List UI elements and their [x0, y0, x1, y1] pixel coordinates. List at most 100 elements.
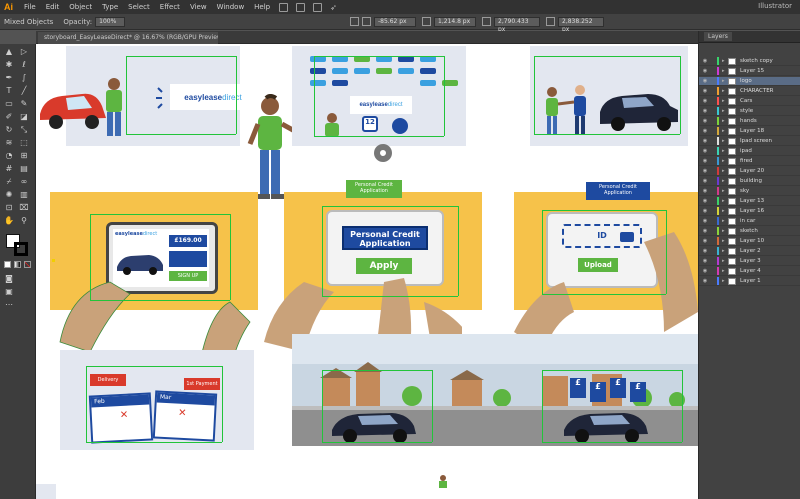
- symbol-sprayer-icon[interactable]: ✺: [4, 190, 14, 200]
- visibility-eye-icon[interactable]: ◉: [701, 178, 709, 184]
- screen-mode-icon[interactable]: ▣: [4, 287, 14, 297]
- layer-row[interactable]: ◉ ▸ Layer 18: [699, 127, 800, 136]
- gpu-rocket-icon[interactable]: ➶: [330, 3, 337, 12]
- layer-name[interactable]: Layer 20: [740, 168, 764, 174]
- height-field[interactable]: 2,838.252 px: [558, 16, 604, 33]
- layer-row[interactable]: ◉ ▸ in car: [699, 217, 800, 226]
- layer-name[interactable]: Ipad screen: [740, 138, 772, 144]
- direct-selection-tool-icon[interactable]: ▷: [19, 47, 29, 57]
- workspace-switcher[interactable]: Illustrator: [758, 2, 792, 10]
- selection-tool-icon[interactable]: ▲: [4, 47, 14, 57]
- bridge-icon[interactable]: [279, 2, 289, 12]
- layer-name[interactable]: Layer 1: [740, 278, 761, 284]
- menu-type[interactable]: Type: [97, 3, 123, 11]
- visibility-eye-icon[interactable]: ◉: [701, 118, 709, 124]
- layer-row[interactable]: ◉ ▸ Layer 10: [699, 237, 800, 246]
- eraser-icon[interactable]: ◪: [19, 112, 29, 122]
- layer-row[interactable]: ◉ ▸ ipad: [699, 147, 800, 156]
- layer-row[interactable]: ◉ ▸ building: [699, 177, 800, 186]
- layer-row[interactable]: ◉ ▸ fired: [699, 157, 800, 166]
- layer-row[interactable]: ◉ ▸ Layer 15: [699, 67, 800, 76]
- layer-name[interactable]: sketch copy: [740, 58, 773, 64]
- gradient-mode-icon[interactable]: [14, 261, 21, 268]
- layer-name[interactable]: hands: [740, 118, 757, 124]
- layer-row[interactable]: ◉ ▸ Cars: [699, 97, 800, 106]
- mesh-icon[interactable]: #: [4, 164, 14, 174]
- visibility-eye-icon[interactable]: ◉: [701, 238, 709, 244]
- layer-name[interactable]: Cars: [740, 98, 752, 104]
- layer-row[interactable]: ◉ ▸ Layer 3: [699, 257, 800, 266]
- layer-name[interactable]: Layer 15: [740, 68, 764, 74]
- line-tool-icon[interactable]: ╱: [19, 86, 29, 96]
- document-tab[interactable]: storyboard_EasyLeaseDirect* @ 16.67% (RG…: [38, 32, 218, 44]
- paintbrush-icon[interactable]: ✎: [19, 99, 29, 109]
- free-transform-icon[interactable]: ⬚: [19, 138, 29, 148]
- layer-name[interactable]: Layer 10: [740, 238, 764, 244]
- visibility-eye-icon[interactable]: ◉: [701, 98, 709, 104]
- menu-edit[interactable]: Edit: [41, 3, 65, 11]
- transform-icon[interactable]: [362, 17, 371, 26]
- layer-row[interactable]: ◉ ▸ Layer 4: [699, 267, 800, 276]
- layer-name[interactable]: Layer 18: [740, 128, 764, 134]
- curvature-icon[interactable]: ∫: [19, 73, 29, 83]
- layer-name[interactable]: building: [740, 178, 762, 184]
- layers-panel-tab[interactable]: Layers: [699, 31, 800, 43]
- visibility-eye-icon[interactable]: ◉: [701, 58, 709, 64]
- layer-name[interactable]: Layer 2: [740, 248, 761, 254]
- blend-icon[interactable]: ∞: [19, 177, 29, 187]
- artboard-tool-icon[interactable]: ⊡: [4, 203, 14, 213]
- width-field[interactable]: 2,790.433 px: [494, 16, 540, 33]
- layer-row[interactable]: ◉ ▸ logo: [699, 77, 800, 86]
- layer-row[interactable]: ◉ ▸ sketch: [699, 227, 800, 236]
- visibility-eye-icon[interactable]: ◉: [701, 148, 709, 154]
- visibility-eye-icon[interactable]: ◉: [701, 198, 709, 204]
- shaper-icon[interactable]: ✐: [4, 112, 14, 122]
- visibility-eye-icon[interactable]: ◉: [701, 248, 709, 254]
- graph-icon[interactable]: ▥: [19, 190, 29, 200]
- stroke-swatch[interactable]: [14, 242, 28, 256]
- layer-name[interactable]: CHARACTER: [740, 88, 774, 94]
- menu-effect[interactable]: Effect: [155, 3, 185, 11]
- visibility-eye-icon[interactable]: ◉: [701, 68, 709, 74]
- pen-tool-icon[interactable]: ✒: [4, 73, 14, 83]
- color-mode-icon[interactable]: [4, 261, 11, 268]
- layer-row[interactable]: ◉ ▸ style: [699, 107, 800, 116]
- layer-name[interactable]: style: [740, 108, 753, 114]
- layer-name[interactable]: ipad: [740, 148, 752, 154]
- visibility-eye-icon[interactable]: ◉: [701, 258, 709, 264]
- x-field[interactable]: -85.62 px: [374, 16, 416, 27]
- perspective-icon[interactable]: ⊞: [19, 151, 29, 161]
- layer-row[interactable]: ◉ ▸ CHARACTER: [699, 87, 800, 96]
- hand-tool-icon[interactable]: ✋: [4, 216, 14, 226]
- layer-row[interactable]: ◉ ▸ Layer 1: [699, 277, 800, 286]
- menu-view[interactable]: View: [185, 3, 212, 11]
- eyedropper-icon[interactable]: ⌿: [4, 177, 14, 187]
- visibility-eye-icon[interactable]: ◉: [701, 88, 709, 94]
- layer-name[interactable]: Layer 16: [740, 208, 764, 214]
- visibility-eye-icon[interactable]: ◉: [701, 228, 709, 234]
- visibility-eye-icon[interactable]: ◉: [701, 218, 709, 224]
- layer-name[interactable]: sky: [740, 188, 749, 194]
- type-tool-icon[interactable]: T: [4, 86, 14, 96]
- menu-window[interactable]: Window: [212, 3, 250, 11]
- layer-name[interactable]: sketch: [740, 228, 758, 234]
- menu-select[interactable]: Select: [123, 3, 155, 11]
- visibility-eye-icon[interactable]: ◉: [701, 168, 709, 174]
- lasso-icon[interactable]: ℓ: [19, 60, 29, 70]
- align-icon[interactable]: [350, 17, 359, 26]
- gradient-icon[interactable]: ▤: [19, 164, 29, 174]
- stock-icon[interactable]: [296, 2, 306, 12]
- layer-name[interactable]: fired: [740, 158, 752, 164]
- visibility-eye-icon[interactable]: ◉: [701, 158, 709, 164]
- constrain-icon[interactable]: [546, 17, 555, 26]
- layer-name[interactable]: Layer 4: [740, 268, 761, 274]
- layer-name[interactable]: in car: [740, 218, 755, 224]
- opacity-field[interactable]: 100%: [95, 16, 126, 27]
- magic-wand-icon[interactable]: ✱: [4, 60, 14, 70]
- layer-row[interactable]: ◉ ▸ sky: [699, 187, 800, 196]
- layer-row[interactable]: ◉ ▸ Ipad screen: [699, 137, 800, 146]
- visibility-eye-icon[interactable]: ◉: [701, 108, 709, 114]
- slice-icon[interactable]: ⌧: [19, 203, 29, 213]
- layer-row[interactable]: ◉ ▸ Layer 16: [699, 207, 800, 216]
- warp-icon[interactable]: ≋: [4, 138, 14, 148]
